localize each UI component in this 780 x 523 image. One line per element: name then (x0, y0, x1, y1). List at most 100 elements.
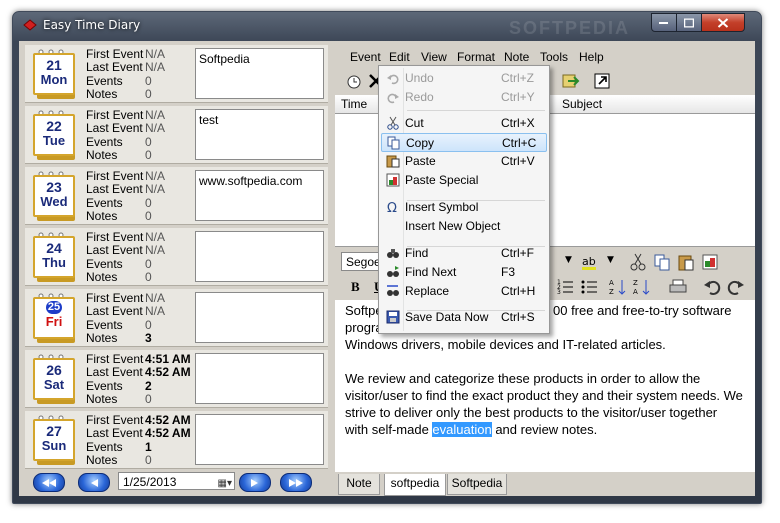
calendar-dropdown-icon[interactable]: ▦▾ (218, 475, 232, 493)
menu-item-cut[interactable]: Cut Ctrl+X (381, 114, 547, 133)
calendar-icon[interactable]: 27 Sun (31, 415, 75, 465)
menu-item-label: Save Data Now (405, 310, 489, 324)
font-name-select[interactable]: Segoe (341, 252, 381, 271)
editor-paragraph-2: We review and categorize these products … (345, 370, 749, 438)
menu-item-redo[interactable]: Redo Ctrl+Y (381, 88, 547, 107)
maximize-icon (684, 18, 694, 27)
day-note-preview[interactable]: Softpedia (195, 48, 324, 99)
menu-item-shortcut: Ctrl+V (501, 154, 535, 168)
day-note-preview[interactable] (195, 231, 324, 282)
previous-button[interactable] (78, 473, 110, 492)
day-row[interactable]: 25 Fri First Event N/A Last Event N/A Events 0 N… (25, 289, 328, 347)
day-row[interactable]: 27 Sun First Event 4:52 AM Last Event 4:52 AM… (25, 411, 328, 469)
tab-softpedia[interactable]: Softpedia (447, 474, 507, 495)
menu-event[interactable]: Event (350, 50, 381, 64)
calendar-icon[interactable]: 22 Tue (31, 110, 75, 160)
calendar-icon[interactable]: 21 Mon (31, 49, 75, 99)
calendar-icon[interactable]: 23 Wed (31, 171, 75, 221)
rewind-button[interactable] (33, 473, 65, 492)
selected-text: evaluation (432, 422, 492, 437)
title-bar[interactable]: Easy Time Diary SOFTPEDIA (13, 12, 761, 40)
day-row[interactable]: 21 Mon First Event N/A Last Event N/A Events 0 N… (25, 45, 328, 103)
day-note-preview[interactable] (195, 292, 324, 343)
paste-toolbar-icon[interactable] (675, 251, 697, 273)
menu-note[interactable]: Note (504, 50, 529, 64)
undo-toolbar-icon[interactable] (701, 276, 723, 298)
calendar-page: 26 Sat (33, 358, 75, 400)
day-note-preview[interactable] (195, 353, 324, 404)
day-row[interactable]: 26 Sat First Event 4:51 AM Last Event 4:52 AM… (25, 350, 328, 408)
fast-forward-button[interactable] (280, 473, 312, 492)
bullet-list-icon[interactable] (579, 276, 601, 298)
menu-help[interactable]: Help (579, 50, 604, 64)
sort-descending-icon[interactable]: ZA (631, 276, 653, 298)
maximize-button[interactable] (676, 13, 702, 32)
highlight-color-icon[interactable]: ab (579, 251, 601, 273)
day-note-preview[interactable] (195, 414, 324, 465)
redo-toolbar-icon[interactable] (725, 276, 747, 298)
scissors-icon (387, 116, 399, 130)
sort-ascending-icon[interactable]: AZ (607, 276, 629, 298)
menu-item-paste-special[interactable]: Paste Special (381, 171, 547, 190)
menu-item-find-next[interactable]: Find Next F3 (381, 263, 547, 282)
notes-label: Notes (86, 331, 118, 345)
menu-item-copy[interactable]: Copy Ctrl+C (381, 133, 547, 152)
cut-toolbar-icon[interactable] (627, 251, 649, 273)
numbered-list-icon[interactable]: 123 (555, 276, 577, 298)
menu-item-shortcut: Ctrl+S (501, 310, 535, 324)
export-icon[interactable] (559, 70, 581, 92)
menu-format[interactable]: Format (457, 50, 495, 64)
minimize-button[interactable] (651, 13, 677, 32)
time-column-header[interactable]: Time (341, 97, 367, 111)
splitter[interactable] (330, 41, 334, 496)
calendar-icon[interactable]: 25 Fri (31, 293, 75, 343)
font-size-dropdown-icon[interactable]: ▼ (565, 255, 572, 265)
find-next-icon (387, 266, 399, 277)
day-of-week: Sat (43, 377, 65, 392)
next-button[interactable] (239, 473, 271, 492)
tab-softpedia-lower[interactable]: softpedia (384, 474, 446, 496)
menu-view[interactable]: View (421, 50, 447, 64)
menu-item-replace[interactable]: Replace Ctrl+H (381, 282, 547, 301)
notes-count: 0 (145, 270, 152, 284)
subject-column-header[interactable]: Subject (562, 97, 602, 111)
forward-icon (251, 478, 258, 487)
alarm-clock-icon[interactable] (343, 70, 365, 92)
bold-button[interactable]: B (351, 279, 360, 295)
menu-item-label: Redo (405, 90, 434, 104)
menu-edit[interactable]: Edit (389, 50, 410, 64)
svg-text:Z: Z (609, 288, 614, 296)
svg-text:A: A (609, 279, 614, 287)
menu-item-label: Cut (405, 116, 424, 130)
day-row[interactable]: 23 Wed First Event N/A Last Event N/A Events 0 N… (25, 167, 328, 225)
calendar-icon[interactable]: 24 Thu (31, 232, 75, 282)
day-note-preview[interactable]: www.softpedia.com (195, 170, 324, 221)
replace-icon (387, 285, 399, 296)
last-event-value: N/A (145, 121, 166, 135)
open-external-icon[interactable] (591, 70, 613, 92)
last-event-label: Last Event (86, 121, 143, 135)
menu-tools[interactable]: Tools (540, 50, 568, 64)
menu-item-insert-new-object[interactable]: Insert New Object (381, 217, 547, 236)
menu-item-shortcut: Ctrl+F (501, 246, 534, 260)
day-row[interactable]: 24 Thu First Event N/A Last Event N/A Events 0 N… (25, 228, 328, 286)
menu-item-shortcut: Ctrl+Y (501, 90, 535, 104)
calendar-page: 24 Thu (33, 236, 75, 278)
copy-toolbar-icon[interactable] (651, 251, 673, 273)
insert-picture-icon[interactable] (699, 251, 721, 273)
calendar-icon[interactable]: 26 Sat (31, 354, 75, 404)
print-icon[interactable] (667, 276, 689, 298)
day-note-preview[interactable]: test (195, 109, 324, 160)
notes-label: Notes (86, 209, 118, 223)
calendar-page: 25 Fri (33, 297, 75, 339)
menu-item-undo[interactable]: Undo Ctrl+Z (381, 69, 547, 88)
menu-item-paste[interactable]: Paste Ctrl+V (381, 152, 547, 171)
day-row[interactable]: 22 Tue First Event N/A Last Event N/A Events 0 N… (25, 106, 328, 164)
menu-separator (407, 110, 545, 111)
highlight-dropdown-icon[interactable]: ▼ (607, 255, 614, 265)
close-button[interactable] (701, 13, 745, 32)
menu-bar: Event Edit View Format Note Tools Help (335, 47, 755, 67)
menu-item-shortcut: Ctrl+H (501, 284, 536, 298)
date-picker[interactable]: 1/25/2013 ▦▾ (118, 472, 235, 490)
tab-note[interactable]: Note (338, 474, 380, 495)
